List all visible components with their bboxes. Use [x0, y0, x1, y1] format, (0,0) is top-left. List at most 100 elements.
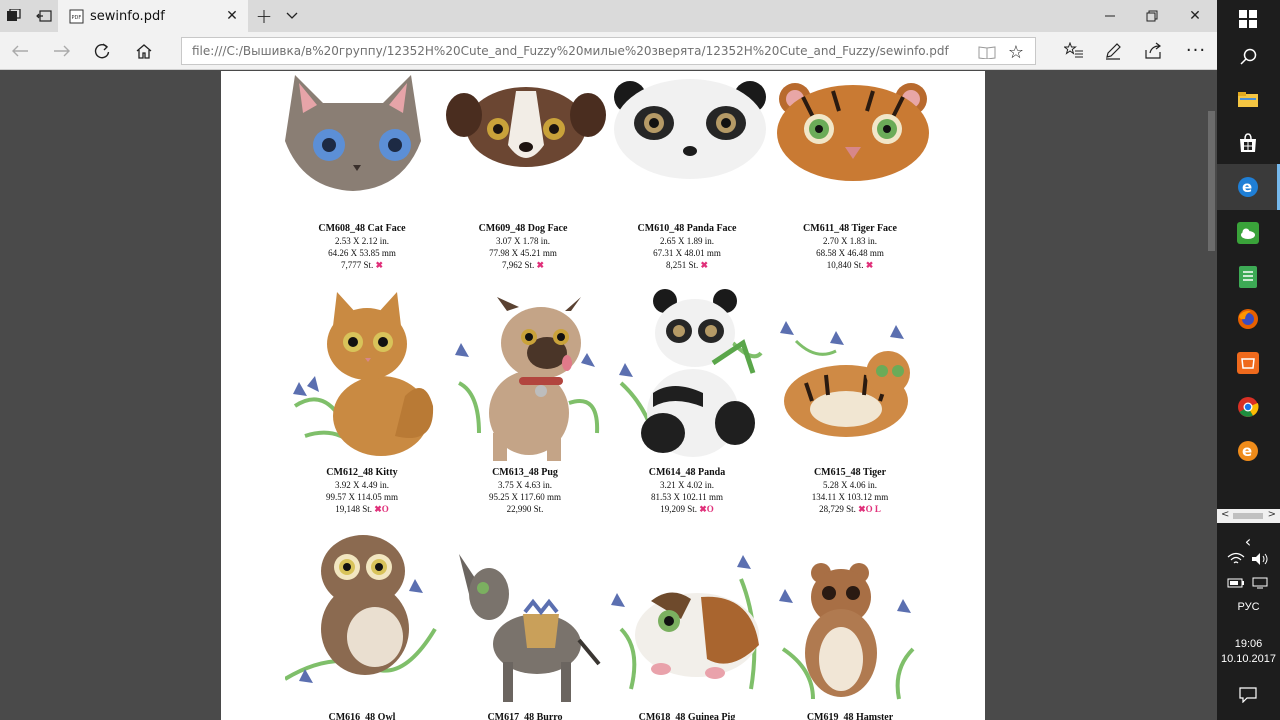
url-text: file:///C:/Вышивка/в%20группу/12352H%20C… [192, 44, 949, 58]
close-window-icon[interactable]: ✕ [1187, 8, 1203, 24]
design-stitches: 22,990 St. [506, 504, 544, 514]
share-icon[interactable] [1143, 41, 1163, 61]
forward-icon[interactable] [52, 41, 72, 61]
design-card-cm618: CM618_48 Guinea Pig [612, 712, 762, 720]
design-size-mm: 99.57 X 114.05 mm [326, 492, 398, 502]
clock-time: 19:06 [1234, 638, 1263, 650]
chevron-down-icon[interactable] [284, 8, 300, 24]
pdf-icon: PDF [68, 8, 84, 24]
design-size-in: 3.92 X 4.49 in. [335, 480, 389, 490]
design-size-in: 2.53 X 2.12 in. [335, 236, 389, 246]
tiger-face-image [777, 83, 929, 181]
clock-date: 10.10.2017 [1220, 653, 1277, 665]
design-size-mm: 64.26 X 53.85 mm [328, 248, 396, 258]
cloud-app-icon[interactable] [1235, 220, 1261, 246]
tab-sewinfo[interactable]: PDF sewinfo.pdf ✕ [58, 0, 248, 32]
design-stitches: 7,777 St. [340, 260, 374, 270]
design-card-cm610: CM610_48 Panda Face 2.65 X 1.89 in. 67.3… [612, 223, 762, 271]
taskbar-active-edge[interactable]: e [1217, 164, 1280, 210]
scrollbar-thumb[interactable] [1208, 111, 1215, 251]
navigation-bar: file:///C:/Вышивка/в%20группу/12352H%20C… [0, 32, 1217, 70]
design-card-cm612: CM612_48 Kitty 3.92 X 4.49 in. 99.57 X 1… [287, 467, 437, 515]
design-card-cm616: CM616_48 Owl [287, 712, 437, 720]
design-code: CM617_48 Burro [487, 712, 563, 720]
set-tabs-aside-icon[interactable] [36, 8, 52, 24]
design-card-cm611: CM611_48 Tiger Face 2.70 X 1.83 in. 68.5… [775, 223, 925, 271]
design-marks: ✖O [699, 504, 714, 514]
design-code: CM610_48 Panda Face [637, 223, 737, 234]
svg-text:e: e [1242, 178, 1252, 196]
design-code: CM613_48 Pug [492, 467, 558, 478]
firefox-icon[interactable] [1235, 306, 1261, 332]
new-tab-icon[interactable]: + [254, 4, 274, 28]
pug-image [455, 297, 600, 461]
close-tab-icon[interactable]: ✕ [224, 8, 240, 24]
action-center-icon[interactable] [1235, 682, 1261, 708]
panda-face-image [614, 79, 766, 179]
pdf-page: CM608_48 Cat Face 2.53 X 2.12 in. 64.26 … [221, 71, 985, 720]
taskbar-scroll-strip[interactable]: < > [1217, 509, 1280, 523]
shopping-app-icon[interactable] [1235, 350, 1261, 376]
favorites-hub-icon[interactable] [1063, 41, 1085, 61]
design-size-in: 5.28 X 4.06 in. [823, 480, 877, 490]
cat-face-image [285, 75, 421, 191]
design-stitches: 19,209 St. [660, 504, 697, 514]
reading-view-icon[interactable] [978, 43, 996, 61]
browser-e-icon[interactable]: e [1235, 438, 1261, 464]
guinea-pig-image [611, 555, 759, 690]
design-code: CM619_48 Hamster [806, 712, 894, 720]
notes-app-icon[interactable] [1235, 264, 1261, 290]
design-stitches: 28,729 St. [819, 504, 856, 514]
refresh-icon[interactable] [92, 41, 112, 61]
volume-icon[interactable] [1251, 551, 1271, 567]
design-card-cm614: CM614_48 Panda 3.21 X 4.02 in. 81.53 X 1… [612, 467, 762, 515]
battery-icon[interactable] [1227, 574, 1247, 588]
back-icon[interactable] [10, 41, 30, 61]
store-icon[interactable] [1235, 130, 1261, 156]
language-indicator[interactable]: РУС [1217, 601, 1280, 613]
design-size-mm: 68.58 X 46.48 mm [816, 248, 884, 258]
edge-browser-icon: e [1235, 174, 1261, 200]
scroll-right-icon[interactable]: > [1268, 509, 1276, 520]
owl-image [285, 535, 437, 683]
wifi-icon[interactable] [1227, 551, 1247, 567]
burro-image [459, 554, 601, 702]
design-code: CM614_48 Panda [648, 467, 726, 478]
network-icon[interactable] [1251, 574, 1271, 589]
address-field[interactable]: file:///C:/Вышивка/в%20группу/12352H%20C… [181, 37, 1036, 65]
more-menu-icon[interactable]: ··· [1184, 38, 1208, 62]
design-size-in: 2.70 X 1.83 in. [823, 236, 877, 246]
design-marks: ✖O [374, 504, 389, 514]
design-code: CM609_48 Dog Face [478, 223, 568, 234]
design-stitches: 19,148 St. [335, 504, 372, 514]
design-card-cm617: CM617_48 Burro [450, 712, 600, 720]
scroll-left-icon[interactable]: < [1221, 509, 1229, 520]
design-size-mm: 81.53 X 102.11 mm [651, 492, 723, 502]
design-size-mm: 77.98 X 45.21 mm [489, 248, 557, 258]
design-code: CM612_48 Kitty [326, 467, 398, 478]
file-explorer-icon[interactable] [1235, 86, 1261, 112]
kitty-image [293, 292, 434, 456]
design-stitches: 7,962 St. [501, 260, 535, 270]
search-icon[interactable] [1235, 44, 1261, 70]
svg-text:e: e [1242, 442, 1252, 460]
favorite-star-icon[interactable]: ☆ [1006, 42, 1026, 63]
web-note-pen-icon[interactable] [1103, 41, 1123, 61]
design-code: CM611_48 Tiger Face [803, 223, 897, 234]
design-marks: ✖ [536, 260, 545, 270]
windows-start-icon[interactable] [1235, 6, 1261, 32]
tiger-cub-image [780, 321, 910, 437]
design-size-in: 3.75 X 4.63 in. [498, 480, 552, 490]
vertical-scrollbar[interactable] [1206, 71, 1217, 720]
design-code: CM618_48 Guinea Pig [638, 712, 736, 720]
restore-icon[interactable] [1144, 8, 1160, 24]
minimize-icon[interactable] [1102, 8, 1118, 24]
clock[interactable]: 19:06 10.10.2017 [1217, 637, 1280, 667]
design-code: CM615_48 Tiger [813, 467, 887, 478]
home-icon[interactable] [134, 41, 154, 61]
tab-preview-icon[interactable] [6, 8, 22, 24]
chrome-icon[interactable] [1235, 394, 1261, 420]
taskbar-scroll-thumb[interactable] [1233, 513, 1263, 519]
taskbar: e e < > ‹ РУС 19:06 10.10.2017 [1217, 0, 1280, 720]
design-stitches: 10,840 St. [826, 260, 864, 270]
